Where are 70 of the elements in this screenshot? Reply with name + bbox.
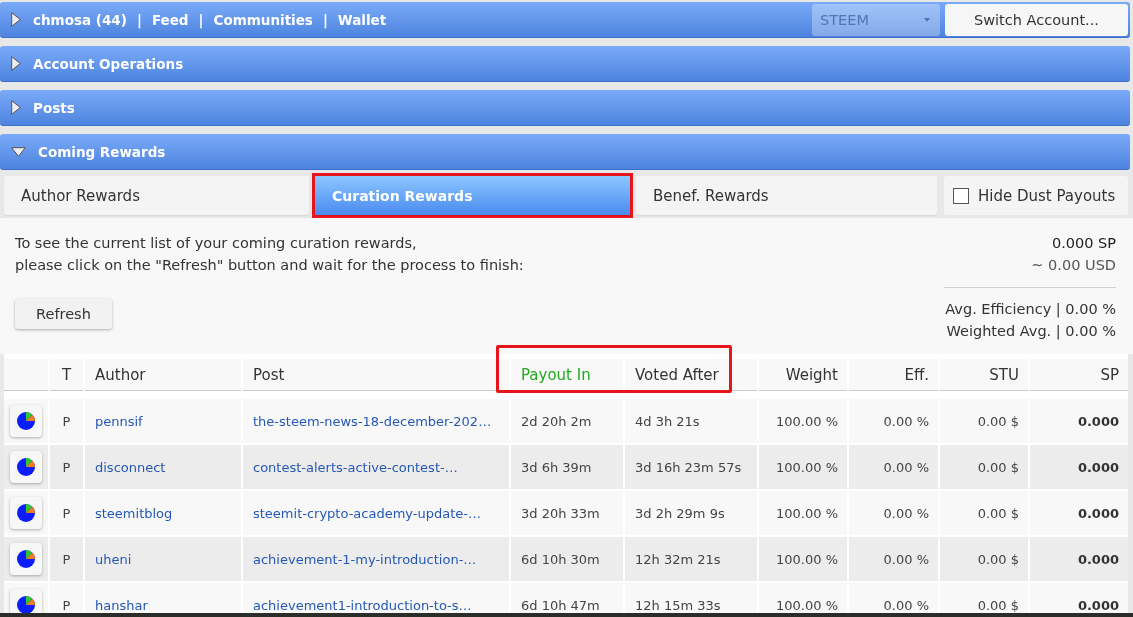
table-cell: 100.00 % [759,445,847,489]
column-header[interactable]: SP [1030,359,1128,391]
nav-separator: | [136,11,142,28]
table-cell: 0.00 $ [940,445,1028,489]
pie-chart-icon [17,504,35,522]
total-sp: 0.000 SP [1051,234,1116,253]
nav-separator: | [322,11,328,28]
table-cell: P [50,491,83,535]
table-cell: 0.00 % [849,537,938,581]
hide-dust-checkbox[interactable]: Hide Dust Payouts [944,176,1128,215]
author-link[interactable]: steemitblog [95,505,173,521]
pie-chart-icon [17,412,35,430]
caret-down-icon [924,17,930,22]
table-cell: 3d 2h 29m 9s [625,491,757,535]
table-cell: P [50,399,83,443]
table-cell: 0.00 $ [940,399,1028,443]
table-cell: 3d 16h 23m 57s [625,445,757,489]
post-link[interactable]: achievement-1-my-introduction-… [253,551,477,567]
pie-chart-icon [17,596,35,614]
column-header[interactable]: Post [243,359,509,391]
tab[interactable]: Benef. Rewards [636,176,937,215]
column-header[interactable]: Eff. [849,359,938,391]
table-cell: 6d 10h 30m [511,537,623,581]
table-cell: 100.00 % [759,491,847,535]
table-cell: 4d 3h 21s [625,399,757,443]
avg-efficiency: Avg. Efficiency | 0.00 % [945,300,1116,320]
table-cell: 2d 20h 2m [511,399,623,443]
column-header[interactable]: Voted After [625,359,757,391]
post-link[interactable]: the-steem-news-18-december-202… [253,413,492,429]
table-cell: 100.00 % [759,537,847,581]
post-link[interactable]: contest-alerts-active-contest-… [253,459,458,475]
weighted-avg: Weighted Avg. | 0.00 % [946,322,1116,342]
table-cell: 12h 32m 21s [625,537,757,581]
refresh-button[interactable]: Refresh [15,299,112,329]
table-cell: 0.00 % [849,399,938,443]
pie-chart-icon [17,550,35,568]
total-usd: ~ 0.00 USD [1031,256,1116,275]
table-cell: 0.00 $ [940,537,1028,581]
pie-chart-button[interactable] [10,543,42,575]
table-cell: 3d 6h 39m [511,445,623,489]
table-cell: 100.00 % [759,399,847,443]
table-cell: 3d 20h 33m [511,491,623,535]
pie-chart-icon [17,458,35,476]
post-link[interactable]: steemit-crypto-academy-update-… [253,505,481,521]
table-cell: P [50,537,83,581]
table-cell: 0.000 [1030,491,1128,535]
author-link[interactable]: disconnect [95,459,166,475]
info-message: To see the current list of your coming curation rewards, please click on the "Refresh" button and wait for the process to finish: [15,234,524,275]
table-cell: 0.000 [1030,445,1128,489]
checkbox[interactable] [953,187,969,204]
pie-chart-button[interactable] [10,405,42,437]
nav-separator: | [198,11,204,28]
post-link[interactable]: achievement1-introduction-to-s… [253,597,472,613]
table-cell: 0.000 [1030,537,1128,581]
table-cell: 0.000 [1030,399,1128,443]
column-header[interactable]: STU [940,359,1028,391]
author-link[interactable]: pennsif [95,413,143,429]
column-header[interactable]: Weight [759,359,847,391]
pie-chart-button[interactable] [10,451,42,483]
column-header[interactable]: Author [85,359,241,391]
table-cell: 0.00 % [849,491,938,535]
author-link[interactable]: hanshar [95,597,148,613]
table-cell: 0.00 % [849,445,938,489]
column-header[interactable]: T [50,359,83,391]
table-cell: P [50,445,83,489]
pie-chart-button[interactable] [10,497,42,529]
table-cell: 0.00 $ [940,491,1028,535]
tab[interactable]: Author Rewards [4,176,309,215]
author-link[interactable]: uheni [95,551,132,567]
switch-account-button[interactable]: Switch Account... [945,3,1128,36]
